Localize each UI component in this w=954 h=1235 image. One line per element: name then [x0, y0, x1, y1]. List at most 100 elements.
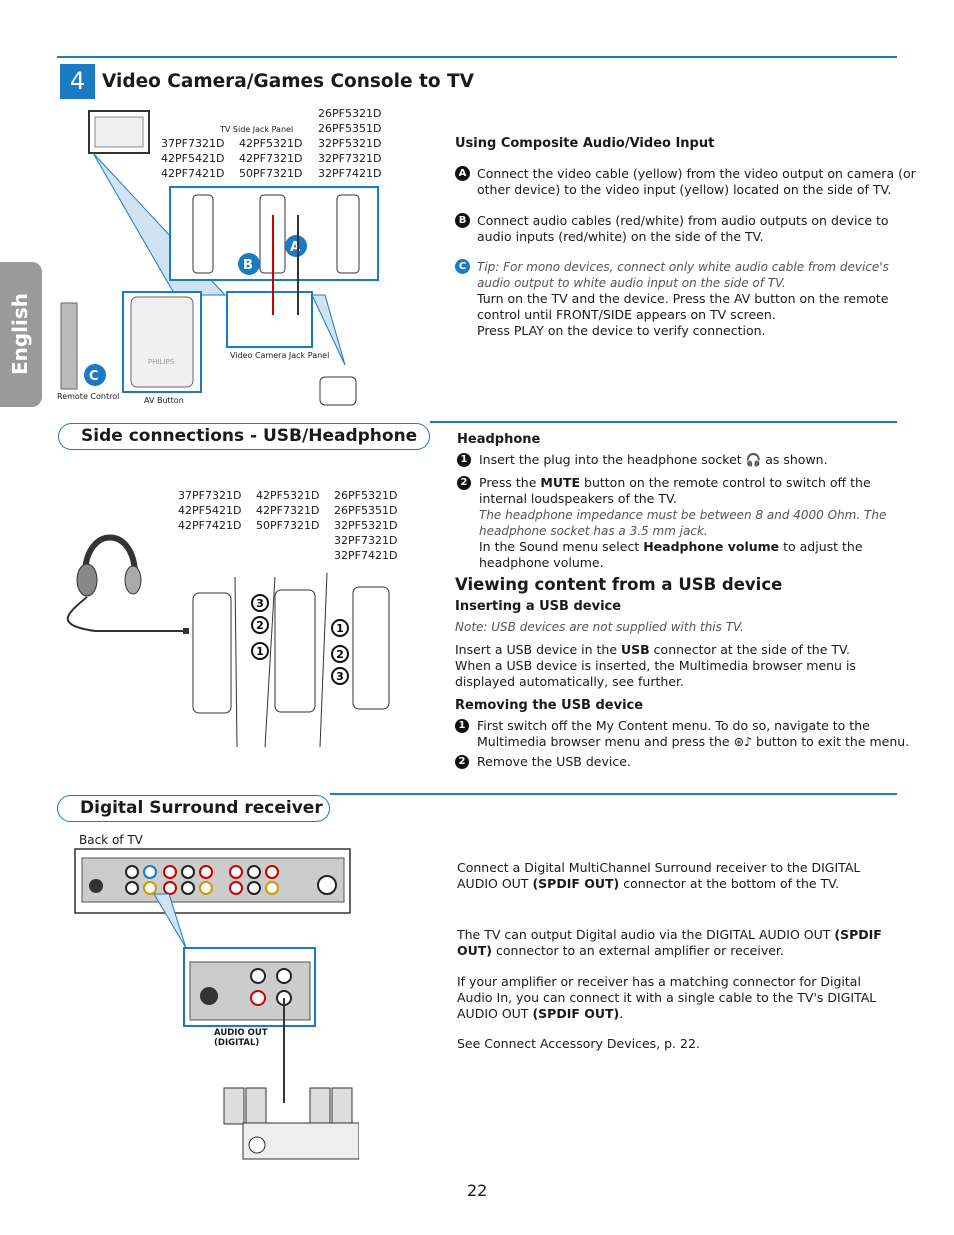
section-rule: [430, 421, 897, 423]
model: 42PF7321D: [239, 152, 303, 165]
page-number: 22: [467, 1181, 488, 1200]
svg-text:1: 1: [336, 622, 344, 635]
usb-label: USB: [621, 642, 650, 657]
text: The TV can output Digital audio via the …: [457, 927, 831, 942]
section-title: Video Camera/Games Console to TV: [102, 71, 474, 92]
note-text: The headphone impedance must be between …: [479, 508, 887, 538]
step-number-icon: 2: [455, 755, 469, 769]
spdif-label: (SPDIF OUT): [532, 1006, 620, 1021]
step-text: Press the: [479, 475, 537, 490]
svg-text:2: 2: [336, 648, 344, 661]
text: connector to an external amplifier or re…: [496, 943, 784, 958]
svg-text:3: 3: [256, 597, 264, 610]
step-text: button to exit the menu.: [756, 734, 910, 749]
remove-step-1: 1 First switch off the My Content menu. T…: [455, 718, 917, 750]
model: 42PF5321D: [239, 137, 303, 150]
badge-b: B: [455, 213, 470, 228]
model: 26PF5351D: [334, 504, 398, 517]
surround-diagram: [74, 848, 359, 1160]
models-col3: 26PF5321D 26PF5351D 32PF5321D 32PF7321D 32PF…: [318, 106, 381, 181]
composite-heading: Using Composite Audio/Video Input: [455, 136, 715, 151]
headphone-diagram: 3 2 1 1 2 3: [66, 534, 390, 748]
models-col2: 42PF5321D 42PF7321D 50PF7321D: [239, 136, 302, 181]
svg-text:3: 3: [336, 670, 344, 683]
my-content-button-icon: ⊛♪: [733, 734, 753, 749]
text: connector at the bottom of the TV.: [623, 876, 840, 891]
model: 26PF5321D: [318, 107, 382, 120]
model: 32PF7421D: [318, 167, 382, 180]
headphone-icon: 🎧: [745, 452, 762, 467]
step-text: Connect the video cable (yellow) from th…: [477, 166, 916, 197]
text: .: [619, 1006, 624, 1021]
tip-text: Tip: For mono devices, connect only whit…: [477, 260, 889, 290]
usb-note: Note: USB devices are not supplied with …: [455, 620, 744, 634]
model: 37PF7321D: [161, 137, 225, 150]
remote-label: Remote Control: [57, 392, 120, 401]
model: 42PF5321D: [256, 489, 320, 502]
model: 26PF5351D: [318, 122, 382, 135]
insert-usb-text: Insert a USB device in the USB connector…: [455, 642, 895, 690]
mute-label: MUTE: [540, 475, 581, 490]
model: 42PF7421D: [161, 167, 225, 180]
step-text: as shown.: [765, 452, 828, 467]
text: If your amplifier or receiver has a matc…: [457, 974, 877, 1021]
badge-a: A: [455, 166, 470, 181]
back-of-tv-label: Back of TV: [79, 833, 143, 847]
section-title: Side connections - USB/Headphone: [58, 423, 430, 450]
svg-text:1: 1: [256, 645, 264, 658]
step-text: button on the remote control to switch o…: [479, 475, 871, 506]
svg-text:2: 2: [256, 619, 264, 632]
brand-label: PHILIPS: [148, 358, 175, 366]
headphone-step-2: 2 Press the MUTE button on the remote con…: [457, 475, 919, 571]
svg-text:C: C: [89, 369, 99, 384]
step-number-icon: 2: [457, 476, 471, 490]
surround-paragraph-3: If your amplifier or receiver has a matc…: [457, 974, 897, 1022]
model: 42PF7321D: [256, 504, 320, 517]
svg-text:B: B: [243, 258, 253, 273]
badge-c: C: [455, 259, 470, 274]
camera-jack-label: Video Camera Jack Panel: [230, 351, 330, 360]
text: Insert a USB device in the: [455, 642, 618, 657]
surround-paragraph-1: Connect a Digital MultiChannel Surround …: [457, 860, 897, 892]
panel-label: TV Side Jack Panel: [220, 125, 294, 134]
step-text: In the Sound menu select Headphone volum…: [479, 539, 919, 571]
step-text: Remove the USB device.: [477, 754, 631, 769]
step-c: C Tip: For mono devices, connect only wh…: [455, 259, 897, 339]
model: 42PF5421D: [178, 504, 242, 517]
section-title: Digital Surround receiver: [57, 795, 330, 822]
model: 32PF7321D: [318, 152, 382, 165]
model: 26PF5321D: [334, 489, 398, 502]
language-tab: English: [0, 262, 42, 407]
usb-heading: Viewing content from a USB device: [455, 575, 783, 594]
insert-usb-heading: Inserting a USB device: [455, 599, 622, 614]
av-button-label: AV Button: [144, 396, 184, 405]
manual-page: English 4 Video Camera/Games Console to …: [0, 0, 954, 1235]
model: 42PF5421D: [161, 152, 225, 165]
remove-step-2: 2 Remove the USB device.: [455, 754, 917, 770]
step-text: In the Sound menu select: [479, 539, 640, 554]
step-a: A Connect the video cable (yellow) from t…: [455, 166, 917, 198]
model: 50PF7321D: [239, 167, 303, 180]
spdif-label: (SPDIF OUT): [532, 876, 620, 891]
models-col1: 37PF7321D 42PF5421D 42PF7421D: [161, 136, 224, 181]
step-text: Connect audio cables (red/white) from au…: [477, 213, 889, 244]
audio-out-label: AUDIO OUT (DIGITAL): [214, 1028, 268, 1048]
surround-paragraph-2: The TV can output Digital audio via the …: [457, 927, 897, 959]
step-text: Insert the plug into the headphone socke…: [479, 452, 742, 467]
section-number-badge: 4: [60, 64, 95, 99]
step-number-icon: 1: [455, 719, 469, 733]
text: connector at the side of the TV.: [653, 642, 850, 657]
headphone-heading: Headphone: [457, 432, 541, 447]
step-text: Press PLAY on the device to verify conne…: [477, 323, 766, 338]
step-text: Turn on the TV and the device. Press the…: [477, 291, 889, 322]
section-rule: [57, 56, 897, 58]
step-number-icon: 1: [457, 453, 471, 467]
model: 37PF7321D: [178, 489, 242, 502]
text: When a USB device is inserted, the Multi…: [455, 658, 856, 689]
language-tab-label: English: [8, 292, 32, 376]
menu-item-label: Headphone volume: [643, 539, 780, 554]
headphone-step-1: 1 Insert the plug into the headphone sock…: [457, 452, 919, 468]
section-rule: [330, 793, 897, 795]
step-b: B Connect audio cables (red/white) from a…: [455, 213, 917, 245]
surround-paragraph-4: See Connect Accessory Devices, p. 22.: [457, 1036, 700, 1051]
